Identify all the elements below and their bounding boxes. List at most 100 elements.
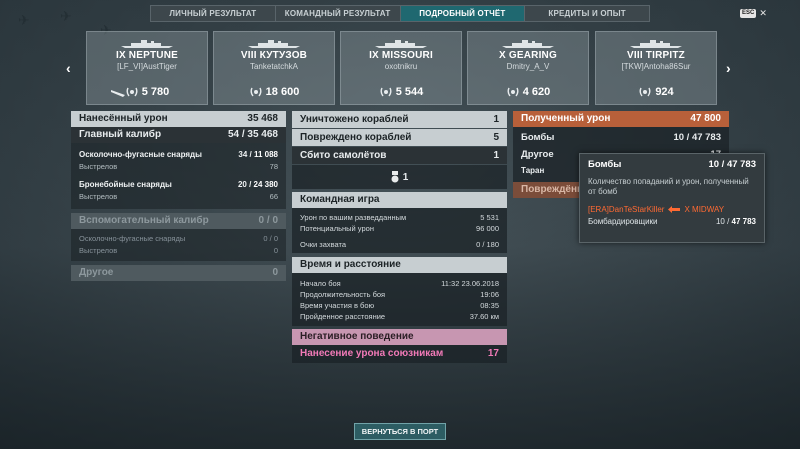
player-name: Dmitry_A_V xyxy=(506,62,550,71)
battle-stats-panel: Уничтожено кораблей 1 Повреждено кораблей… xyxy=(292,111,507,363)
aircraft-carrier-icon xyxy=(668,206,681,213)
time-row: Продолжительность боя 19:06 xyxy=(300,290,499,299)
damage-dealt-header: Нанесённый урон 35 468 xyxy=(71,111,286,127)
esc-key-label: ESC xyxy=(740,9,757,18)
team-row: Очки захвата 0 / 180 xyxy=(300,240,499,249)
tooltip-source: [ERA]DanTeStarKiller X MIDWAY xyxy=(588,205,756,214)
score-row: 18 600 xyxy=(214,86,334,98)
ship-silhouette-icon xyxy=(121,40,173,48)
return-to-port-button[interactable]: ВЕРНУТЬСЯ В ПОРТ xyxy=(354,423,446,440)
tooltip-description: Количество попаданий и урон, полученный … xyxy=(588,177,749,196)
player-card[interactable]: IX NEPTUNE [LF_VI]AustTiger 5 780 xyxy=(86,31,208,105)
prev-arrow-icon[interactable]: ‹ xyxy=(66,60,71,76)
time-distance-header: Время и расстояние xyxy=(292,257,507,273)
score-row: 5 780 xyxy=(87,86,207,98)
tab-team-result[interactable]: КОМАНДНЫЙ РЕЗУЛЬТАТ xyxy=(276,6,401,21)
player-score: 18 600 xyxy=(265,86,300,98)
tab-credits-xp[interactable]: КРЕДИТЫ И ОПЫТ xyxy=(525,6,649,21)
team-play-list: Урон по вашим разведданным 5 531 Потенциа… xyxy=(292,208,507,253)
other-damage-label: Другое xyxy=(79,267,114,278)
main-battery-row: Главный калибр 54 / 35 468 xyxy=(71,127,286,143)
laurel-icon xyxy=(507,87,519,97)
ship-name: VIII TIRPITZ xyxy=(627,50,685,61)
time-distance-list: Начало боя 11:32 23.06.2018 Продолжительн… xyxy=(292,273,507,326)
damage-received-title: Полученный урон xyxy=(521,113,611,124)
ship-silhouette-icon xyxy=(248,40,300,48)
player-card[interactable]: VIII TIRPITZ [TKW]Antoha86Sur 924 xyxy=(595,31,717,105)
laurel-icon xyxy=(380,87,392,97)
secondary-he-row: Осколочно-фугасные снаряды 0 / 0 xyxy=(79,234,278,243)
damage-dealt-total: 35 468 xyxy=(247,113,278,124)
source-ship: X MIDWAY xyxy=(684,205,725,214)
player-card[interactable]: IX MISSOURI oxotnikru 5 544 xyxy=(340,31,462,105)
team-damage-label: Нанесение урона союзникам xyxy=(300,348,444,359)
planes-shot-down-row: Сбито самолётов 1 xyxy=(292,147,507,164)
tooltip-footer: Бомбардировщики 10 / 47 783 xyxy=(588,217,756,226)
player-score: 4 620 xyxy=(522,86,551,98)
main-battery-label: Главный калибр xyxy=(79,129,162,140)
ship-silhouette-icon xyxy=(630,40,682,48)
ship-name: IX NEPTUNE xyxy=(115,50,178,61)
ship-name: X GEARING xyxy=(499,50,557,61)
team-damage-value: 17 xyxy=(487,348,499,359)
main-battery-value: 54 / 35 468 xyxy=(227,129,278,140)
he-shots-row: Выстрелов 78 xyxy=(79,162,278,171)
laurel-icon xyxy=(639,87,651,97)
other-damage-value: 0 xyxy=(272,267,278,278)
secondary-label: Вспомогательный калибр xyxy=(79,215,209,226)
player-score: 5 780 xyxy=(141,86,170,98)
negative-behavior-title: Негативное поведение xyxy=(300,331,414,342)
laurel-icon xyxy=(126,87,138,97)
score-row: 4 620 xyxy=(468,86,588,98)
medal-icon xyxy=(391,171,399,183)
player-name: [TKW]Antoha86Sur xyxy=(621,62,691,71)
score-row: 5 544 xyxy=(341,86,461,98)
he-shells-value: 34 / 11 088 xyxy=(238,150,278,159)
score-row: 924 xyxy=(596,86,716,98)
team-play-title: Командная игра xyxy=(300,194,380,205)
player-card[interactable]: VIII КУТУЗОВ TanketatchkA 18 600 xyxy=(213,31,335,105)
damage-received-total: 47 800 xyxy=(690,113,721,124)
team-row: Урон по вашим разведданным 5 531 xyxy=(300,213,499,222)
time-distance-title: Время и расстояние xyxy=(300,259,401,270)
damage-dealt-panel: Нанесённый урон 35 468 Главный калибр 54… xyxy=(71,111,286,281)
tab-detailed-report[interactable]: ПОДРОБНЫЙ ОТЧЁТ xyxy=(400,6,526,21)
close-icon: ✕ xyxy=(759,8,767,18)
esc-close-button[interactable]: ESC ✕ xyxy=(740,8,767,19)
player-score: 5 544 xyxy=(395,86,424,98)
team-damage-row: Нанесение урона союзникам 17 xyxy=(292,345,507,363)
medal-count: 1 xyxy=(402,171,409,183)
plane-icon: ✈ xyxy=(18,12,30,28)
plane-icon: ✈ xyxy=(60,8,72,24)
bombs-label: Бомбы xyxy=(521,132,555,143)
negative-behavior-header: Негативное поведение xyxy=(292,329,507,345)
ap-shots-row: Выстрелов 66 xyxy=(79,192,278,201)
ship-silhouette-icon xyxy=(502,40,554,48)
bombs-row[interactable]: Бомбы 10 / 47 783 xyxy=(513,129,729,146)
other-damage-row: Другое 0 xyxy=(71,265,286,281)
time-row: Время участия в бою 08:35 xyxy=(300,301,499,310)
bombs-value: 10 / 47 783 xyxy=(673,132,721,143)
damage-dealt-title: Нанесённый урон xyxy=(79,113,168,124)
he-shells-row: Осколочно-фугасные снаряды 34 / 11 088 xyxy=(71,149,286,161)
ship-name: IX MISSOURI xyxy=(369,50,433,61)
ship-name: VIII КУТУЗОВ xyxy=(240,50,308,61)
team-play-header: Командная игра xyxy=(292,192,507,208)
player-card[interactable]: X GEARING Dmitry_A_V 4 620 xyxy=(467,31,589,105)
source-player: [ERA]DanTeStarKiller xyxy=(588,205,665,214)
he-shells-label: Осколочно-фугасные снаряды xyxy=(79,150,202,159)
team-row: Потенциальный урон 96 000 xyxy=(300,224,499,233)
ships-destroyed-row: Уничтожено кораблей 1 xyxy=(292,111,507,128)
next-arrow-icon[interactable]: › xyxy=(726,60,731,76)
secondary-value: 0 / 0 xyxy=(258,215,278,226)
ship-silhouette-icon xyxy=(375,40,427,48)
ap-shells-row: Бронебойные снаряды 20 / 24 380 xyxy=(71,179,286,191)
secondary-shots-row: Выстрелов 0 xyxy=(79,246,278,255)
player-name: TanketatchkA xyxy=(249,62,299,71)
secondary-battery-row: Вспомогательный калибр 0 / 0 xyxy=(71,213,286,229)
player-score: 924 xyxy=(655,86,674,98)
tab-personal-result[interactable]: ЛИЧНЫЙ РЕЗУЛЬТАТ xyxy=(151,6,276,21)
time-row: Начало боя 11:32 23.06.2018 xyxy=(300,279,499,288)
time-row: Пройденное расстояние 37.60 км xyxy=(300,312,499,321)
tooltip-header: Бомбы 10 / 47 783 xyxy=(588,159,756,170)
